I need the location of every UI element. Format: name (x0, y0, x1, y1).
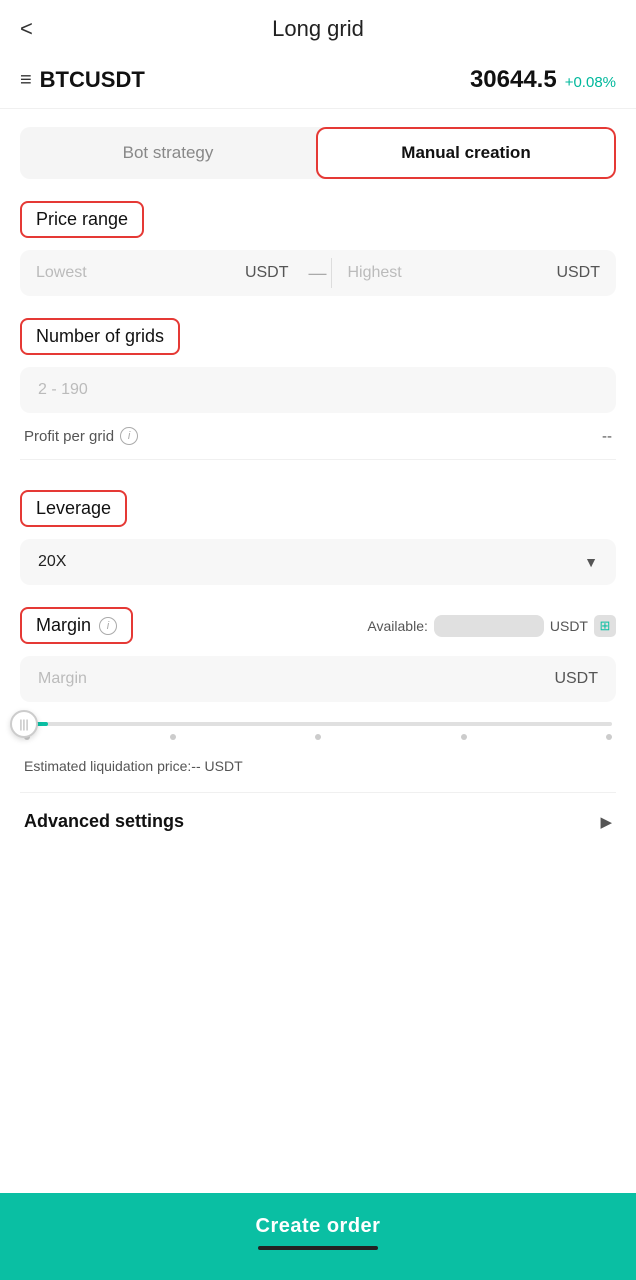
create-order-button[interactable]: Create order (0, 1193, 636, 1280)
create-order-label: Create order (256, 1215, 381, 1237)
leverage-value: 20X (38, 553, 66, 571)
available-unit: USDT (550, 618, 588, 634)
advanced-settings-label: Advanced settings (24, 811, 184, 832)
symbol-change: +0.08% (565, 74, 616, 91)
main-content: Price range Lowest USDT — Highest USDT N… (0, 179, 636, 950)
bottom-spacer (20, 850, 616, 950)
leverage-label: Leverage (20, 490, 127, 527)
tab-manual-creation[interactable]: Manual creation (316, 127, 616, 179)
margin-info-icon[interactable]: i (99, 617, 117, 635)
symbol-price: 30644.5 (470, 66, 557, 94)
margin-placeholder: Margin (38, 670, 87, 688)
slider-dots (24, 734, 612, 740)
home-indicator (258, 1246, 378, 1250)
liquidation-text: Estimated liquidation price:-- USDT (24, 758, 243, 774)
profit-value: -- (602, 428, 612, 445)
slider-dot-5 (606, 734, 612, 740)
slider-dot-3 (315, 734, 321, 740)
margin-label-text: Margin (36, 615, 91, 636)
profit-label: Profit per grid i (24, 427, 138, 445)
price-range-label: Price range (20, 201, 144, 238)
chevron-down-icon: ▼ (584, 554, 598, 570)
grids-placeholder: 2 - 190 (38, 381, 88, 398)
copy-icon[interactable]: ⊞ (594, 615, 616, 637)
highest-placeholder: Highest (348, 264, 549, 282)
symbol-right: 30644.5 +0.08% (470, 66, 616, 94)
highest-price-input[interactable]: Highest USDT (332, 250, 617, 296)
hamburger-icon[interactable]: ≡ (20, 69, 32, 92)
available-value (434, 615, 544, 637)
slider-track: ||| (24, 722, 612, 726)
header: < Long grid (0, 0, 636, 58)
page-title: Long grid (272, 16, 364, 42)
margin-label: Margin i (20, 607, 133, 644)
margin-header-row: Margin i Available: USDT ⊞ (20, 607, 616, 644)
margin-input[interactable]: Margin USDT (20, 656, 616, 702)
margin-slider[interactable]: ||| (24, 722, 612, 740)
available-label: Available: (367, 618, 427, 634)
profit-per-grid-row: Profit per grid i -- (20, 413, 616, 451)
lowest-price-input[interactable]: Lowest USDT (20, 250, 305, 296)
slider-dot-2 (170, 734, 176, 740)
tab-row: Bot strategy Manual creation (20, 127, 616, 179)
profit-label-text: Profit per grid (24, 428, 114, 445)
advanced-settings-row[interactable]: Advanced settings ▶ (20, 792, 616, 850)
back-button[interactable]: < (20, 16, 33, 42)
leverage-select[interactable]: 20X ▼ (20, 539, 616, 585)
slider-thumb-icon: ||| (19, 717, 28, 731)
symbol-name: BTCUSDT (40, 67, 145, 93)
grids-input[interactable]: 2 - 190 (20, 367, 616, 413)
lowest-unit: USDT (245, 264, 289, 282)
price-range-row: Lowest USDT — Highest USDT (20, 250, 616, 296)
slider-dot-4 (461, 734, 467, 740)
tab-bot-strategy[interactable]: Bot strategy (20, 127, 316, 179)
chevron-right-icon: ▶ (600, 813, 612, 831)
highest-unit: USDT (556, 264, 600, 282)
number-of-grids-label: Number of grids (20, 318, 180, 355)
slider-thumb[interactable]: ||| (10, 710, 38, 738)
margin-unit: USDT (554, 670, 598, 688)
symbol-row: ≡ BTCUSDT 30644.5 +0.08% (0, 58, 636, 109)
lowest-placeholder: Lowest (36, 264, 237, 282)
profit-info-icon[interactable]: i (120, 427, 138, 445)
price-separator: — (305, 263, 331, 284)
section-divider-1 (20, 459, 616, 460)
symbol-left: ≡ BTCUSDT (20, 67, 145, 93)
liquidation-row: Estimated liquidation price:-- USDT (20, 748, 616, 784)
available-row: Available: USDT ⊞ (367, 615, 616, 637)
